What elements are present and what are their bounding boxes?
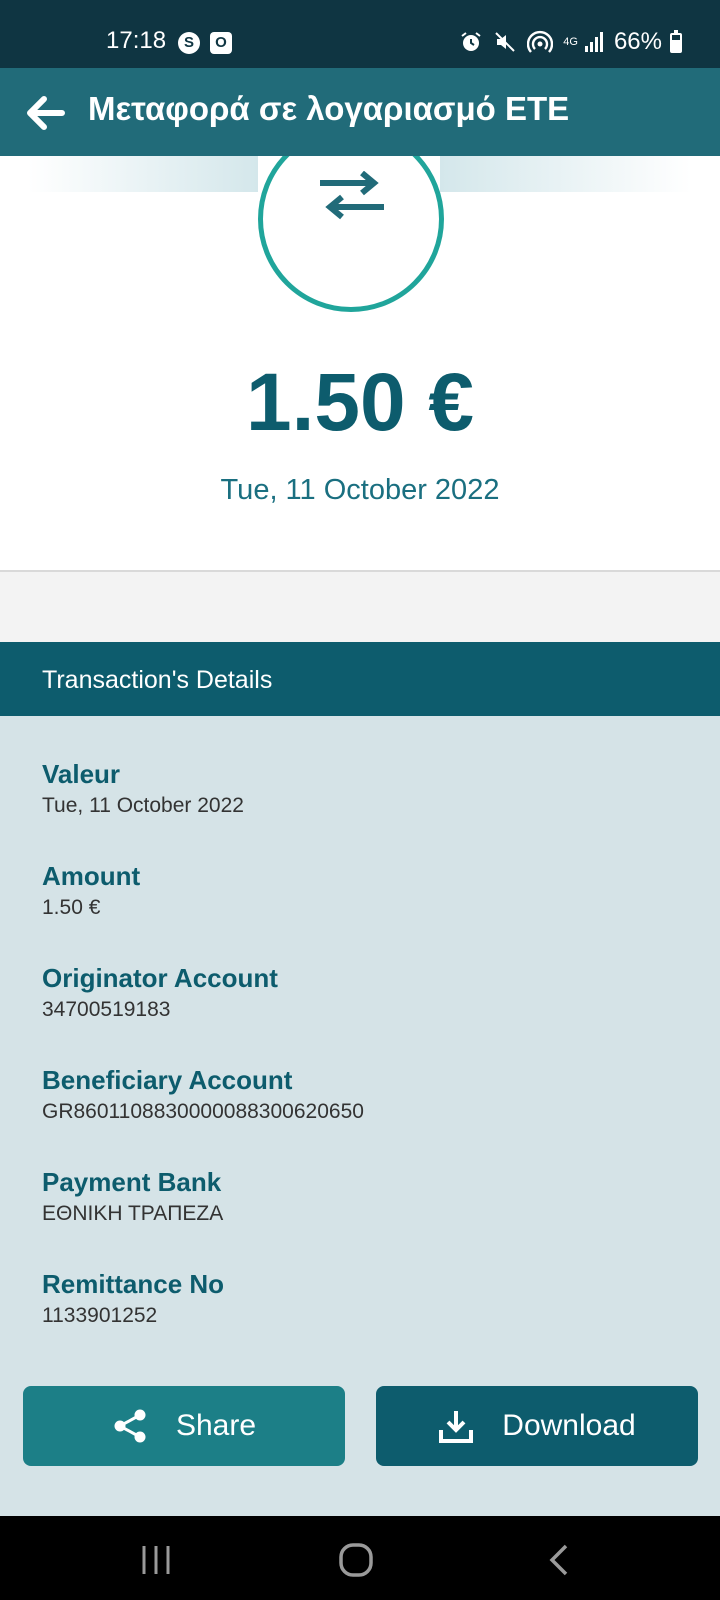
alarm-icon [461,32,481,51]
transaction-amount: 1.50 € [246,357,474,448]
detail-beneficiary-account: Beneficiary Account GR860110883000008830… [42,1064,364,1126]
detail-payment-bank: Payment Bank ΕΘΝΙΚΗ ΤΡΑΠΕΖΑ [42,1166,223,1228]
transaction-date: Tue, 11 October 2022 [220,474,500,506]
download-icon [439,1411,474,1443]
status-app-icon-s: S [178,32,200,54]
page-title: Μεταφορά σε λογαριασμό ETE [88,90,570,127]
detail-value: 1.50 € [42,896,101,919]
app-bar: Μεταφορά σε λογαριασμό ETE [0,68,720,156]
detail-value: 34700519183 [42,998,171,1021]
detail-label: Beneficiary Account [42,1065,293,1095]
hero-glow [28,156,258,192]
detail-remittance-no: Remittance No 1133901252 [42,1268,224,1330]
details-header: Transaction's Details [0,642,720,716]
transaction-summary: 1.50 € Tue, 11 October 2022 [0,156,720,572]
download-label: Download [502,1409,636,1442]
battery-percent: 66% [613,28,662,55]
download-button[interactable]: Download [376,1386,698,1466]
hero-glow [440,156,692,192]
detail-amount: Amount 1.50 € [42,860,140,922]
detail-value: ΕΘΝΙΚΗ ΤΡΑΠΕΖΑ [42,1202,224,1225]
status-icons: 4G 66% [459,27,668,57]
battery-icon [670,30,682,53]
detail-label: Payment Bank [42,1167,222,1197]
transfer-arrows-icon [320,171,384,220]
back-button[interactable] [22,90,68,136]
chevron-left-icon [549,1544,568,1576]
detail-valeur: Valeur Tue, 11 October 2022 [42,758,244,820]
home-button[interactable] [336,1540,376,1580]
detail-value: Tue, 11 October 2022 [42,794,244,817]
detail-label: Originator Account [42,963,278,993]
detail-originator-account: Originator Account 34700519183 [42,962,278,1024]
status-bar: 17:18 S O 4G 66% [0,0,720,68]
mute-icon [495,32,515,52]
share-label: Share [175,1409,257,1442]
recent-apps-button[interactable] [136,1540,176,1580]
signal-icon [584,32,603,52]
detail-value: GR8601108830000088300620650 [42,1100,364,1123]
transfer-badge [258,156,444,312]
status-app-icon-o: O [210,32,232,54]
system-nav-bar [0,1516,720,1600]
share-button[interactable]: Share [23,1386,345,1466]
recent-apps-icon [142,1546,170,1574]
section-spacer [0,572,720,642]
network-type: 4G [563,35,578,48]
arrow-left-icon [27,96,65,130]
share-icon [114,1409,146,1443]
detail-value: 1133901252 [42,1304,158,1327]
status-time: 17:18 [106,27,167,54]
detail-label: Remittance No [42,1269,225,1299]
system-back-button[interactable] [540,1540,580,1580]
detail-label: Valeur [42,759,121,789]
home-icon [339,1543,373,1577]
hotspot-icon [527,30,554,53]
detail-label: Amount [42,861,141,891]
details-header-title: Transaction's Details [42,666,273,694]
